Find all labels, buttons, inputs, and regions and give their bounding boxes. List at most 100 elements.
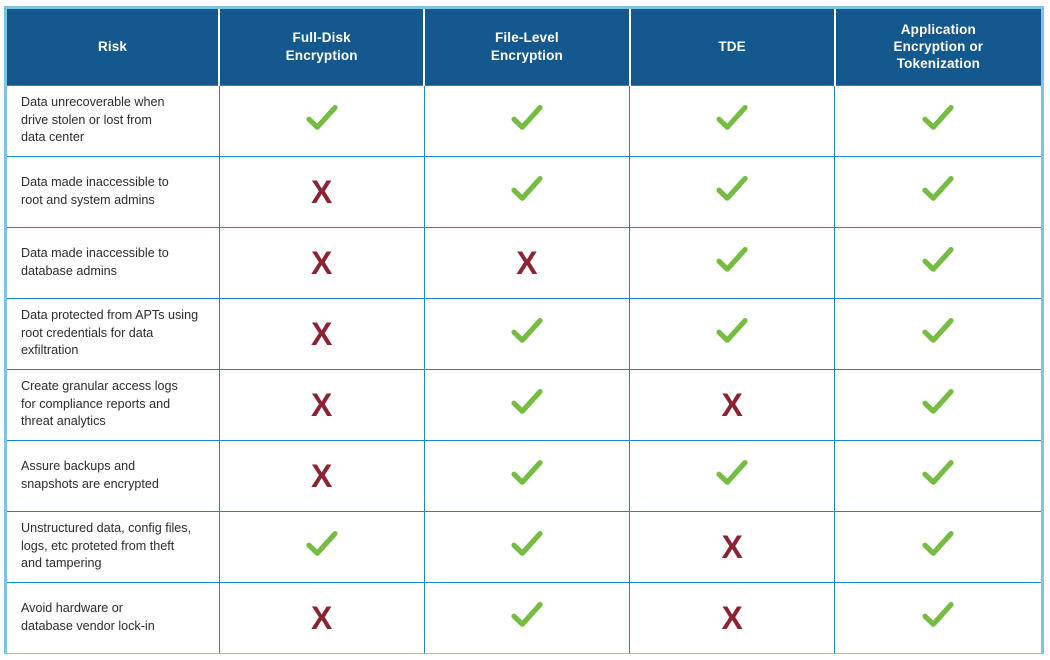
support-cell-tde: X — [629, 368, 836, 440]
support-cell-fle — [424, 155, 631, 227]
cross-icon: X — [311, 244, 333, 281]
cross-icon: X — [721, 386, 743, 423]
support-cell-fle — [424, 84, 631, 156]
risk-text-line: and tampering — [21, 556, 102, 571]
risk-text-line: snapshots are encrypted — [21, 476, 159, 491]
check-icon — [510, 101, 544, 135]
column-header-line: Full-Disk — [292, 30, 351, 46]
support-cell-fde — [219, 84, 425, 156]
cross-icon: X — [721, 528, 743, 565]
check-icon — [305, 527, 339, 561]
check-icon — [510, 527, 544, 561]
table-body: Data unrecoverable when drive stolen or l… — [7, 84, 1041, 653]
support-cell-fle — [424, 297, 631, 369]
support-cell-fde: X — [219, 155, 425, 227]
table-row: Data unrecoverable when drive stolen or l… — [7, 84, 1041, 156]
cross-icon: X — [721, 599, 743, 636]
column-header-fle: File-Level Encryption — [424, 9, 631, 85]
risk-text-line: Unstructured data, config files, — [21, 520, 192, 535]
risk-text-line: root credentials for data exfiltration — [21, 325, 154, 358]
table-header: Risk Full-Disk Encryption File-Level Encrypt… — [7, 9, 1041, 85]
support-cell-appenc — [834, 368, 1041, 440]
check-icon — [715, 243, 749, 277]
check-icon — [715, 314, 749, 348]
column-header-risk: Risk — [7, 9, 221, 85]
support-cell-fle — [424, 581, 631, 653]
support-cell-tde: X — [629, 581, 836, 653]
support-cell-appenc — [834, 297, 1041, 369]
check-icon — [921, 243, 955, 277]
risk-cell: Data protected from APTs using root crede… — [7, 297, 220, 369]
risk-cell: Data made inaccessible to database admins — [7, 226, 220, 298]
column-header-line: Tokenization — [896, 56, 981, 72]
support-cell-appenc — [834, 84, 1041, 156]
column-header-line: Encryption or — [893, 39, 984, 55]
risk-text-line: database admins — [21, 263, 117, 278]
table-row: Create granular access logs for complianc… — [7, 368, 1041, 440]
support-cell-fle — [424, 439, 631, 511]
cross-icon: X — [311, 315, 333, 352]
risk-text-line: Data protected from APTs using — [21, 307, 199, 322]
check-icon — [510, 314, 544, 348]
column-header-line: TDE — [718, 39, 746, 55]
header-row: Risk Full-Disk Encryption File-Level Encrypt… — [7, 9, 1041, 85]
support-cell-fle — [424, 368, 631, 440]
support-cell-appenc — [834, 226, 1041, 298]
risk-text-line: Assure backups and — [21, 458, 136, 473]
risk-cell: Assure backups and snapshots are encrypte… — [7, 439, 220, 511]
risk-cell: Unstructured data, config files, logs, et… — [7, 510, 220, 582]
support-cell-tde — [629, 155, 836, 227]
support-cell-appenc — [834, 155, 1041, 227]
risk-cell: Avoid hardware or database vendor lock-in — [7, 581, 220, 653]
table-row: Avoid hardware or database vendor lock-in… — [7, 581, 1041, 653]
support-cell-appenc — [834, 581, 1041, 653]
support-cell-tde — [629, 297, 836, 369]
check-icon — [921, 598, 955, 632]
support-cell-fle: X — [424, 226, 631, 298]
check-icon — [510, 456, 544, 490]
risk-text-line: Data made inaccessible to — [21, 245, 169, 260]
column-header-tde: TDE — [629, 9, 836, 85]
cross-icon: X — [311, 173, 333, 210]
table-row: Data protected from APTs using root crede… — [7, 297, 1041, 369]
risk-text-line: data center — [21, 130, 85, 145]
check-icon — [921, 314, 955, 348]
column-header-line: Risk — [97, 39, 128, 55]
column-header-line: Encryption — [285, 47, 358, 63]
risk-cell: Data unrecoverable when drive stolen or l… — [7, 84, 220, 156]
risk-cell: Create granular access logs for complianc… — [7, 368, 220, 440]
risk-text-line: logs, etc proteted from theft — [21, 538, 175, 553]
check-icon — [921, 385, 955, 419]
table-row: Data made inaccessible to database admins… — [7, 226, 1041, 298]
column-header-appenc: Application Encryption or Tokenization — [834, 9, 1041, 85]
column-header-line: File-Level — [495, 30, 559, 46]
support-cell-fde: X — [219, 439, 425, 511]
support-cell-appenc — [834, 439, 1041, 511]
risk-text-line: drive stolen or lost from — [21, 112, 152, 127]
support-cell-appenc — [834, 510, 1041, 582]
check-icon — [510, 385, 544, 419]
check-icon — [921, 172, 955, 206]
support-cell-fde: X — [219, 226, 425, 298]
cross-icon: X — [311, 457, 333, 494]
risk-text-line: database vendor lock-in — [21, 618, 155, 633]
check-icon — [921, 456, 955, 490]
cross-icon: X — [516, 244, 538, 281]
support-cell-tde — [629, 84, 836, 156]
check-icon — [715, 456, 749, 490]
support-cell-fle — [424, 510, 631, 582]
check-icon — [510, 172, 544, 206]
risk-text-line: threat analytics — [21, 414, 106, 429]
check-icon — [921, 527, 955, 561]
check-icon — [921, 101, 955, 135]
support-cell-tde: X — [629, 510, 836, 582]
check-icon — [305, 101, 339, 135]
support-cell-fde: X — [219, 581, 425, 653]
encryption-comparison-table: Risk Full-Disk Encryption File-Level Encrypt… — [7, 9, 1041, 653]
table-row: Data made inaccessible to root and system… — [7, 155, 1041, 227]
column-header-fde: Full-Disk Encryption — [219, 9, 426, 85]
check-icon — [510, 598, 544, 632]
risk-cell: Data made inaccessible to root and system… — [7, 155, 220, 227]
check-icon — [715, 101, 749, 135]
table-row: Assure backups and snapshots are encrypte… — [7, 439, 1041, 511]
